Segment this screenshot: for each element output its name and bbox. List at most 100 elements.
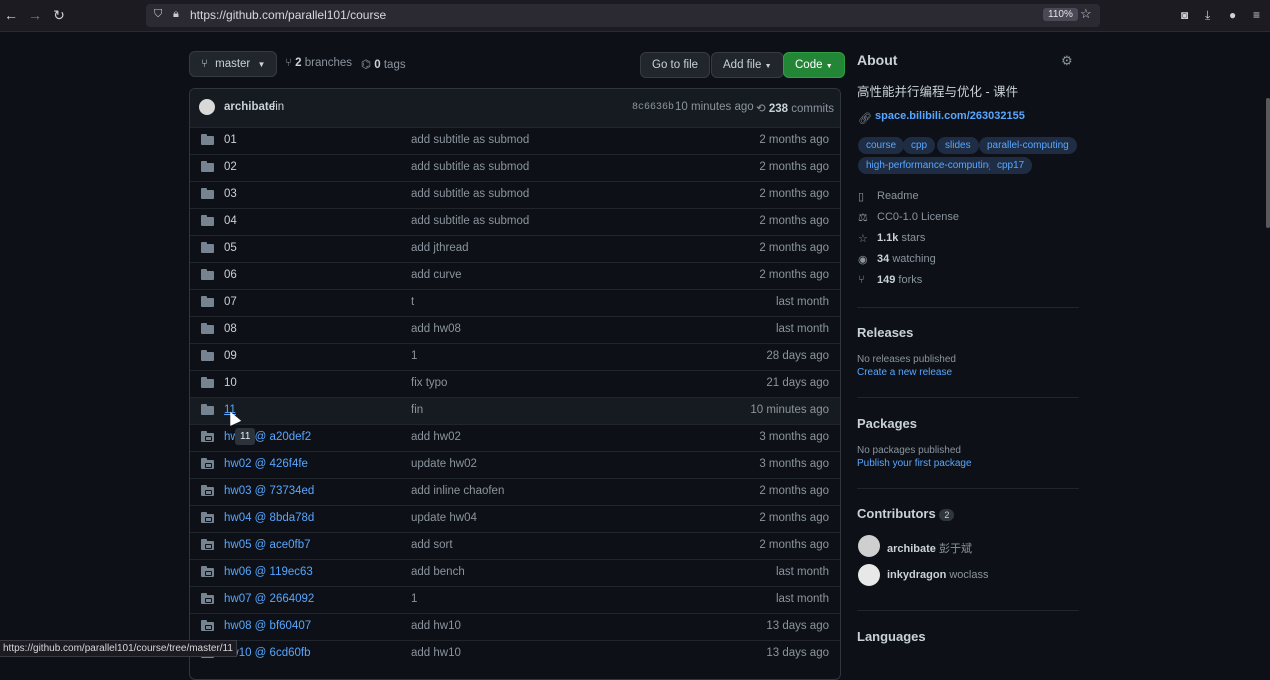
go-to-file-button[interactable]: Go to file bbox=[640, 52, 711, 78]
account-icon[interactable]: ● bbox=[1229, 8, 1236, 22]
forward-arrow-icon[interactable]: → bbox=[27, 7, 43, 23]
submodule-row[interactable]: hw05 @ ace0fb7 add sort 2 months ago bbox=[190, 532, 840, 559]
file-name[interactable]: 09 bbox=[224, 350, 237, 362]
reload-icon[interactable]: ↻ bbox=[51, 7, 67, 23]
file-row[interactable]: 11 fin 10 minutes ago bbox=[190, 397, 840, 424]
file-row[interactable]: 08 add hw08 last month bbox=[190, 316, 840, 343]
file-row[interactable]: 04 add subtitle as submod 2 months ago bbox=[190, 208, 840, 235]
file-commit-message[interactable]: t bbox=[411, 296, 414, 308]
avatar[interactable] bbox=[858, 535, 880, 557]
file-commit-message[interactable]: add hw02 bbox=[411, 431, 461, 443]
gear-icon[interactable]: ⚙ bbox=[1061, 53, 1073, 69]
packages-heading[interactable]: Packages bbox=[857, 416, 917, 431]
file-commit-message[interactable]: 1 bbox=[411, 350, 417, 362]
file-commit-message[interactable]: add sort bbox=[411, 539, 453, 551]
file-row[interactable]: 01 add subtitle as submod 2 months ago bbox=[190, 127, 840, 154]
avatar[interactable] bbox=[858, 564, 880, 586]
file-row[interactable]: 03 add subtitle as submod 2 months ago bbox=[190, 181, 840, 208]
file-row[interactable]: 06 add curve 2 months ago bbox=[190, 262, 840, 289]
file-commit-message[interactable]: add inline chaofen bbox=[411, 485, 504, 497]
submodule-name[interactable]: hw06 @ 119ec63 bbox=[224, 566, 313, 578]
file-row[interactable]: 07 t last month bbox=[190, 289, 840, 316]
file-name[interactable]: 04 bbox=[224, 215, 237, 227]
file-name[interactable]: 02 bbox=[224, 161, 237, 173]
commit-message[interactable]: fin bbox=[272, 101, 284, 113]
submodule-row[interactable]: hw07 @ 2664092 1 last month bbox=[190, 586, 840, 613]
publish-package-link[interactable]: Publish your first package bbox=[857, 458, 972, 469]
submodule-name[interactable]: hw08 @ bf60407 bbox=[224, 620, 311, 632]
menu-icon[interactable]: ≡ bbox=[1253, 8, 1260, 22]
watching-link[interactable]: 34 watching bbox=[877, 253, 936, 265]
commit-author[interactable]: archibate bbox=[224, 101, 275, 113]
file-commit-message[interactable]: add jthread bbox=[411, 242, 469, 254]
file-row[interactable]: 05 add jthread 2 months ago bbox=[190, 235, 840, 262]
back-arrow-icon[interactable]: ← bbox=[3, 7, 19, 23]
releases-heading[interactable]: Releases bbox=[857, 325, 913, 340]
file-name[interactable]: 07 bbox=[224, 296, 237, 308]
topic-tag[interactable]: high-performance-computing bbox=[858, 157, 1002, 174]
file-row[interactable]: 09 1 28 days ago bbox=[190, 343, 840, 370]
topic-tag[interactable]: course bbox=[858, 137, 905, 154]
file-name[interactable]: 05 bbox=[224, 242, 237, 254]
file-commit-message[interactable]: 1 bbox=[411, 593, 417, 605]
file-commit-message[interactable]: add hw10 bbox=[411, 647, 461, 659]
avatar[interactable] bbox=[199, 99, 215, 115]
create-release-link[interactable]: Create a new release bbox=[857, 367, 952, 378]
scrollbar[interactable] bbox=[1266, 98, 1270, 228]
forks-link[interactable]: 149 forks bbox=[877, 274, 922, 286]
tags-link[interactable]: ⌬ 0 tags bbox=[361, 57, 406, 71]
file-commit-message[interactable]: add subtitle as submod bbox=[411, 134, 529, 146]
add-file-button[interactable]: Add file ▼ bbox=[711, 52, 784, 78]
file-name[interactable]: 06 bbox=[224, 269, 237, 281]
submodule-row[interactable]: hw06 @ 119ec63 add bench last month bbox=[190, 559, 840, 586]
url-text[interactable]: https://github.com/parallel101/course bbox=[190, 8, 386, 22]
file-commit-message[interactable]: add subtitle as submod bbox=[411, 215, 529, 227]
topic-tag[interactable]: slides bbox=[937, 137, 979, 154]
file-commit-message[interactable]: update hw02 bbox=[411, 458, 477, 470]
submodule-name[interactable]: hw04 @ 8bda78d bbox=[224, 512, 314, 524]
shield-icon[interactable]: ⛉ bbox=[154, 8, 162, 21]
submodule-name[interactable]: hw07 @ 2664092 bbox=[224, 593, 314, 605]
submodule-row[interactable]: hw03 @ 73734ed add inline chaofen 2 months… bbox=[190, 478, 840, 505]
file-commit-message[interactable]: fix typo bbox=[411, 377, 447, 389]
submodule-name[interactable]: hw05 @ ace0fb7 bbox=[224, 539, 310, 551]
readme-link[interactable]: Readme bbox=[877, 190, 919, 202]
branches-link[interactable]: ⑂ 2 branches bbox=[285, 57, 352, 69]
topic-tag[interactable]: cpp bbox=[903, 137, 936, 154]
bookmark-star-icon[interactable]: ☆ bbox=[1080, 6, 1092, 22]
file-commit-message[interactable]: add subtitle as submod bbox=[411, 188, 529, 200]
commits-link[interactable]: ⟲ 238 commits bbox=[756, 101, 834, 115]
submodule-name[interactable]: hw10 @ 6cd60fb bbox=[224, 647, 310, 659]
submodule-row[interactable]: hw04 @ 8bda78d update hw04 2 months ago bbox=[190, 505, 840, 532]
stars-link[interactable]: 1.1k stars bbox=[877, 232, 925, 244]
file-name[interactable]: 10 bbox=[224, 377, 237, 389]
submodule-name[interactable]: hw03 @ 73734ed bbox=[224, 485, 314, 497]
submodule-row[interactable]: hw02 @ 426f4fe update hw02 3 months ago bbox=[190, 451, 840, 478]
file-name[interactable]: 03 bbox=[224, 188, 237, 200]
submodule-row[interactable]: hw10 @ 6cd60fb add hw10 13 days ago bbox=[190, 640, 840, 667]
file-commit-message[interactable]: fin bbox=[411, 404, 423, 416]
contributor[interactable]: inkydragon woclass bbox=[887, 569, 988, 581]
zoom-badge[interactable]: 110% bbox=[1043, 8, 1078, 21]
file-name[interactable]: 08 bbox=[224, 323, 237, 335]
file-commit-message[interactable]: add bench bbox=[411, 566, 465, 578]
file-commit-message[interactable]: add curve bbox=[411, 269, 462, 281]
file-commit-message[interactable]: update hw04 bbox=[411, 512, 477, 524]
file-row[interactable]: 02 add subtitle as submod 2 months ago bbox=[190, 154, 840, 181]
topic-tag[interactable]: cpp17 bbox=[989, 157, 1033, 174]
submodule-row[interactable]: hw01 @ a20def2 add hw02 3 months ago bbox=[190, 424, 840, 451]
file-row[interactable]: 10 fix typo 21 days ago bbox=[190, 370, 840, 397]
branch-select-button[interactable]: ⑂ master ▼ bbox=[189, 51, 278, 77]
submodule-name[interactable]: hw02 @ 426f4fe bbox=[224, 458, 308, 470]
lock-icon[interactable]: 🔒︎ bbox=[173, 8, 179, 21]
contributor[interactable]: archibate 彭于斌 bbox=[887, 540, 972, 556]
file-commit-message[interactable]: add hw08 bbox=[411, 323, 461, 335]
commit-sha[interactable]: 8c6636b bbox=[632, 102, 674, 113]
address-bar[interactable]: ⛉ 🔒︎ https://github.com/parallel101/cour… bbox=[146, 4, 1100, 27]
website-link[interactable]: space.bilibili.com/263032155 bbox=[875, 110, 1025, 122]
file-name[interactable]: 01 bbox=[224, 134, 237, 146]
license-link[interactable]: CC0-1.0 License bbox=[877, 211, 959, 223]
file-commit-message[interactable]: add subtitle as submod bbox=[411, 161, 529, 173]
submodule-row[interactable]: hw08 @ bf60407 add hw10 13 days ago bbox=[190, 613, 840, 640]
download-icon[interactable]: ⤓ bbox=[1205, 8, 1210, 23]
